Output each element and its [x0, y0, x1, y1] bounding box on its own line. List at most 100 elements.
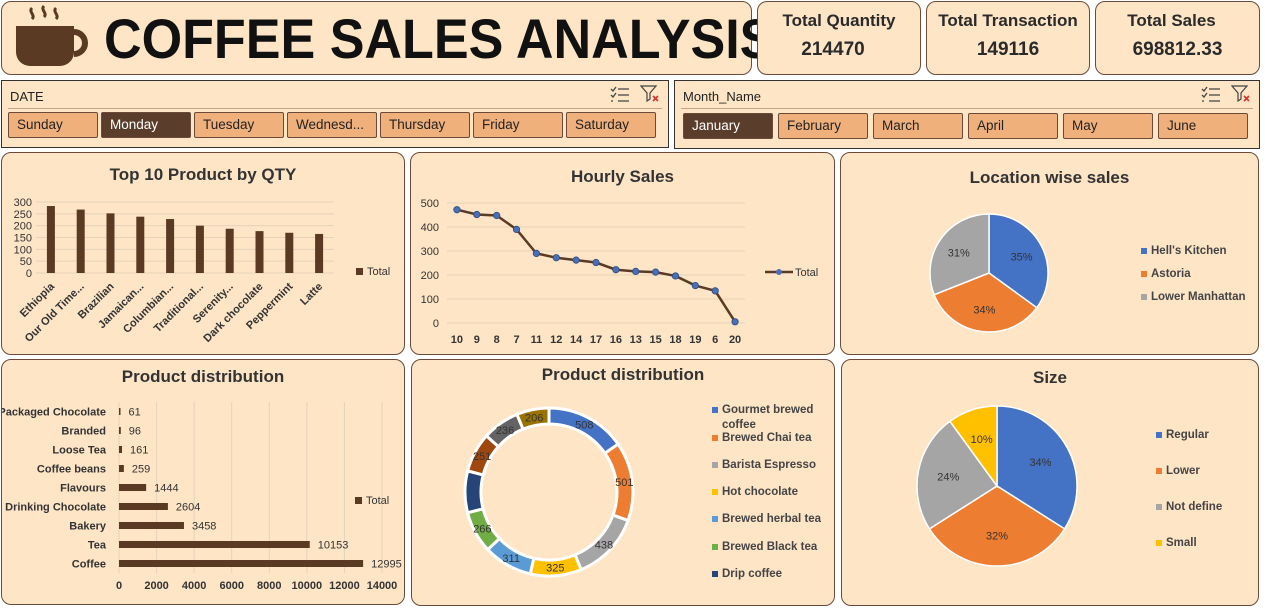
data-label: 10153: [318, 540, 349, 552]
data-point: [711, 287, 719, 295]
data-point: [453, 206, 461, 214]
y-tick-label: 200: [421, 270, 439, 282]
x-tick-label: 19: [689, 334, 701, 346]
month-option-february[interactable]: February: [778, 113, 868, 139]
legend-marker: [712, 544, 718, 550]
data-label: 34%: [973, 304, 995, 316]
title-banner: COFFEE SALES ANALYSIS: [1, 1, 774, 75]
legend-label: Barista Espresso: [722, 459, 816, 471]
data-point: [532, 249, 541, 258]
data-point: [632, 267, 640, 276]
x-tick-label: 20: [729, 334, 741, 346]
legend-label: Total: [795, 267, 818, 279]
month-option-january[interactable]: January: [683, 113, 773, 139]
bar: [106, 213, 115, 273]
y-tick-label: 300: [14, 197, 32, 209]
bar: [119, 427, 121, 434]
y-tick-label: 150: [14, 233, 32, 245]
data-label: 501: [615, 477, 633, 489]
y-tick-label: Coffee beans: [37, 464, 106, 476]
x-tick-label: 7: [513, 334, 519, 346]
y-tick-label: Packaged Chocolate: [2, 407, 106, 419]
legend-marker: [1141, 271, 1147, 277]
legend-marker: [356, 268, 363, 275]
day-option-thursday[interactable]: Thursday: [380, 112, 470, 138]
product-category-chart: 0 2000 4000 6000 8000 10000 12000 14000 Packaged…: [2, 402, 402, 592]
clear-filter-icon[interactable]: [640, 85, 660, 103]
data-point: [612, 266, 620, 274]
month-option-march[interactable]: March: [873, 113, 963, 139]
legend-marker: [776, 269, 782, 275]
multi-select-icon[interactable]: [1201, 85, 1221, 103]
kpi-total-transaction: Total Transaction 149116: [926, 1, 1090, 75]
bar: [166, 219, 175, 273]
bar: [195, 225, 204, 273]
product-category-panel: Product distribution 0 2000 4000 6000 8000 10…: [1, 359, 405, 605]
data-point: [671, 272, 680, 280]
month-option-june[interactable]: June: [1158, 113, 1248, 139]
data-label: 24%: [937, 472, 959, 484]
x-tick-label: 15: [649, 334, 661, 346]
data-label: 161: [130, 445, 148, 457]
kpi-label: Total Sales: [1127, 11, 1216, 30]
hourly-sales-panel: Hourly Sales 0 100 200 300 400 500 10 9 8 7 11 12 14…: [410, 152, 835, 355]
bar: [76, 209, 85, 273]
bar: [119, 465, 124, 472]
x-tick-label: 10000: [292, 580, 323, 592]
month-option-april[interactable]: April: [968, 113, 1058, 139]
clear-filter-icon[interactable]: [1231, 85, 1251, 103]
x-tick-label: 4000: [182, 580, 206, 592]
data-label: 438: [595, 539, 613, 551]
legend-label: Small: [1166, 537, 1197, 549]
y-tick-label: Branded: [61, 426, 106, 438]
bar: [119, 560, 364, 567]
data-point: [592, 258, 600, 267]
page-title: COFFEE SALES ANALYSIS: [104, 7, 775, 70]
y-tick-label: 0: [433, 318, 439, 330]
data-label: 259: [132, 464, 150, 476]
kpi-label: Total Quantity: [782, 11, 896, 30]
data-label: 2604: [176, 502, 200, 514]
y-tick-label: Flavours: [60, 483, 106, 495]
data-label: 34%: [1029, 457, 1051, 469]
y-tick-label: Coffee: [72, 559, 106, 571]
bar: [119, 541, 310, 548]
day-option-saturday[interactable]: Saturday: [566, 112, 656, 138]
y-tick-label: 100: [421, 294, 439, 306]
day-option-tuesday[interactable]: Tuesday: [194, 112, 284, 138]
day-option-friday[interactable]: Friday: [473, 112, 563, 138]
location-sales-panel: Location wise sales 35% 34% 31% Hell's Kitc…: [840, 152, 1259, 355]
month-option-may[interactable]: May: [1063, 113, 1153, 139]
y-tick-label: Drinking Chocolate: [5, 502, 106, 514]
x-tick-label: 8: [494, 334, 500, 346]
data-label: 3458: [192, 521, 216, 533]
legend-marker: [712, 516, 718, 522]
day-option-wednesday[interactable]: Wednesd...: [287, 112, 377, 138]
bar: [285, 232, 294, 273]
data-point: [652, 268, 660, 276]
multi-select-icon[interactable]: [610, 85, 630, 103]
x-tick-label: 17: [590, 334, 602, 346]
slicer-title: Month_Name: [683, 89, 762, 104]
data-label: 311: [502, 553, 520, 565]
day-option-sunday[interactable]: Sunday: [8, 112, 98, 138]
x-tick-label: 12000: [329, 580, 360, 592]
x-tick-label: 2000: [144, 580, 168, 592]
kpi-value: 149116: [976, 39, 1040, 60]
data-label: 96: [129, 426, 141, 438]
data-label: 325: [546, 563, 564, 575]
legend-label: Brewed Chai tea: [722, 432, 812, 444]
x-tick-label: 6000: [219, 580, 243, 592]
y-tick-label: Tea: [88, 540, 107, 552]
data-label: 12995: [371, 559, 402, 571]
legend-marker: [712, 407, 718, 413]
data-label: 31%: [948, 247, 970, 259]
y-tick-label: 0: [26, 268, 32, 280]
legend-label: Hell's Kitchen: [1151, 245, 1227, 257]
bar: [119, 408, 121, 415]
legend-label: Total: [367, 266, 390, 278]
bar: [119, 446, 123, 453]
data-label: 32%: [986, 531, 1008, 543]
data-point: [691, 281, 699, 290]
day-option-monday[interactable]: Monday: [101, 112, 191, 138]
